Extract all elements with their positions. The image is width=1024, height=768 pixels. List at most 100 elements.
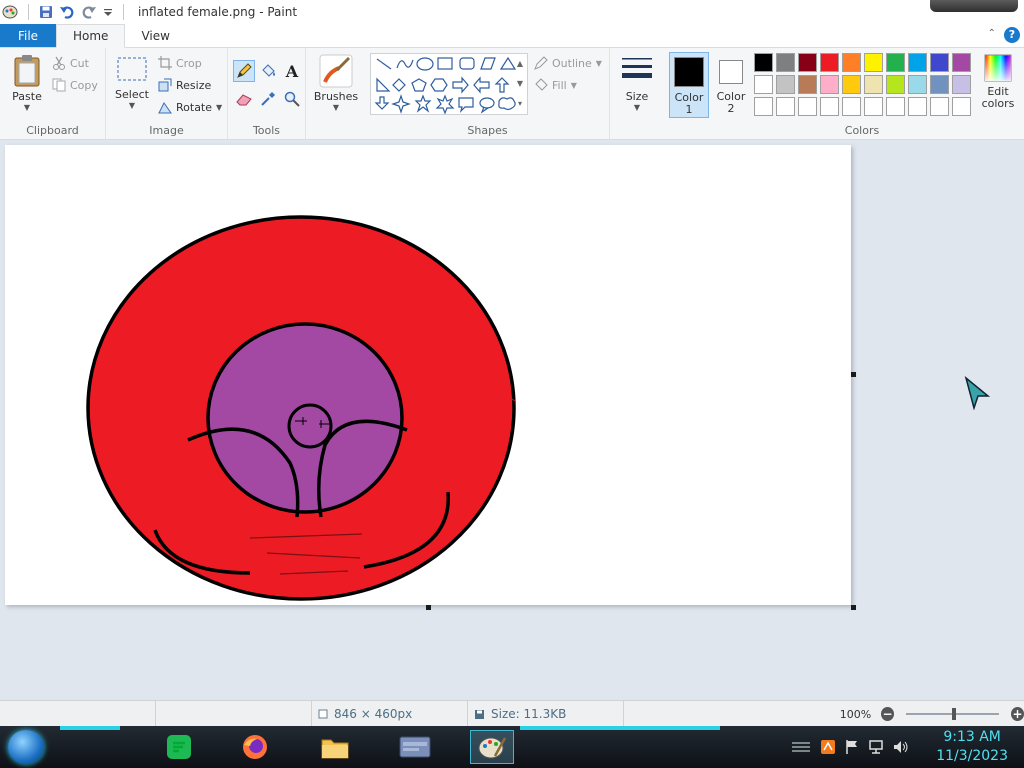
volume-icon[interactable] xyxy=(892,739,910,755)
zoom-slider-thumb[interactable] xyxy=(952,708,957,720)
rotate-button[interactable]: Rotate ▼ xyxy=(158,100,222,114)
resize-button[interactable]: Resize xyxy=(158,78,211,92)
tab-file[interactable]: File xyxy=(0,24,56,47)
fill-dropdown-icon[interactable]: ▼ xyxy=(571,81,577,90)
zoom-in-icon[interactable]: + xyxy=(1010,707,1024,721)
drawing-canvas[interactable] xyxy=(5,145,851,605)
palette-swatch[interactable] xyxy=(952,53,971,72)
zoom-slider[interactable] xyxy=(906,707,999,721)
outline-brush-icon xyxy=(534,56,548,70)
paste-dropdown-icon[interactable]: ▼ xyxy=(24,103,30,112)
edit-colors-button[interactable]: Edit colors xyxy=(976,54,1020,110)
taskbar-file-explorer[interactable] xyxy=(316,730,354,764)
tray-app-icon[interactable] xyxy=(820,739,836,755)
shapes-expand-icon[interactable]: ▾ xyxy=(514,94,526,114)
undo-icon[interactable] xyxy=(59,5,75,19)
palette-swatch[interactable] xyxy=(776,53,795,72)
palette-swatch-empty[interactable] xyxy=(908,97,927,116)
outline-button[interactable]: Outline ▼ xyxy=(534,56,602,70)
save-icon[interactable] xyxy=(39,5,53,19)
palette-swatch-empty[interactable] xyxy=(754,97,773,116)
select-button[interactable]: Select ▼ xyxy=(114,56,150,110)
palette-swatch[interactable] xyxy=(908,53,927,72)
minimize-ribbon-icon[interactable]: ⌃ xyxy=(988,28,996,39)
palette-swatch[interactable] xyxy=(952,75,971,94)
taskbar-app-window[interactable] xyxy=(394,730,436,764)
palette-swatch-empty[interactable] xyxy=(952,97,971,116)
shapes-scroll-up-icon[interactable]: ▲ xyxy=(514,54,526,74)
brushes-dropdown-icon[interactable]: ▼ xyxy=(333,103,339,112)
tab-home[interactable]: Home xyxy=(56,24,126,48)
resize-handle-right[interactable] xyxy=(851,372,856,377)
palette-swatch[interactable] xyxy=(864,75,883,94)
palette-swatch[interactable] xyxy=(842,75,861,94)
palette-swatch-empty[interactable] xyxy=(930,97,949,116)
palette-swatch-empty[interactable] xyxy=(886,97,905,116)
palette-swatch-empty[interactable] xyxy=(842,97,861,116)
palette-swatch[interactable] xyxy=(754,53,773,72)
network-icon[interactable] xyxy=(868,739,884,755)
copy-button[interactable]: Copy xyxy=(52,78,98,92)
help-icon[interactable]: ? xyxy=(1004,27,1020,43)
tab-view[interactable]: View xyxy=(125,24,185,47)
palette-swatch[interactable] xyxy=(798,53,817,72)
palette-swatch[interactable] xyxy=(776,75,795,94)
text-tool[interactable]: A xyxy=(281,60,303,82)
magnifier-tool[interactable] xyxy=(281,88,303,110)
palette-swatch-empty[interactable] xyxy=(776,97,795,116)
taskbar-app-green[interactable] xyxy=(160,730,198,764)
palette-swatch[interactable] xyxy=(754,75,773,94)
shapes-gallery[interactable] xyxy=(370,53,528,115)
outline-dropdown-icon[interactable]: ▼ xyxy=(596,59,602,68)
cut-button[interactable]: Cut xyxy=(52,56,89,70)
clock-time: 9:13 AM xyxy=(943,729,1001,745)
palette-swatch[interactable] xyxy=(930,53,949,72)
color-palette xyxy=(752,48,974,120)
size-button[interactable]: Size ▼ xyxy=(617,54,657,112)
resize-handle-corner[interactable] xyxy=(851,605,856,610)
canvas-workspace[interactable] xyxy=(0,140,1024,700)
clock-date: 11/3/2023 xyxy=(936,748,1008,764)
zoom-out-icon[interactable]: − xyxy=(881,707,895,721)
size-dropdown-icon[interactable]: ▼ xyxy=(634,103,640,112)
paste-button[interactable]: Paste ▼ xyxy=(8,54,46,112)
color1-button[interactable]: Color 1 xyxy=(669,52,709,118)
palette-swatch[interactable] xyxy=(798,75,817,94)
paint-app-icon[interactable] xyxy=(2,5,18,19)
fill-button[interactable]: Fill ▼ xyxy=(534,78,577,92)
crop-button[interactable]: Crop xyxy=(158,56,202,70)
palette-swatch-empty[interactable] xyxy=(864,97,883,116)
palette-swatch[interactable] xyxy=(842,53,861,72)
palette-swatch[interactable] xyxy=(864,53,883,72)
start-button[interactable] xyxy=(8,730,44,764)
taskbar-clock[interactable]: 9:13 AM 11/3/2023 xyxy=(936,728,1008,766)
taskbar-firefox[interactable] xyxy=(236,730,274,764)
palette-swatch[interactable] xyxy=(820,75,839,94)
select-dropdown-icon[interactable]: ▼ xyxy=(129,101,135,110)
shapes-scroll-down-icon[interactable]: ▼ xyxy=(514,74,526,94)
palette-swatch[interactable] xyxy=(886,53,905,72)
palette-swatch-empty[interactable] xyxy=(798,97,817,116)
brushes-button[interactable]: Brushes ▼ xyxy=(314,54,358,112)
customize-quick-access-icon[interactable] xyxy=(103,5,113,19)
shapes-scroll[interactable]: ▲ ▼ ▾ xyxy=(514,54,526,114)
color2-button[interactable]: Color 2 xyxy=(711,52,751,118)
rotate-dropdown-icon[interactable]: ▼ xyxy=(216,103,222,112)
palette-swatch[interactable] xyxy=(908,75,927,94)
resize-handle-bottom[interactable] xyxy=(426,605,431,610)
taskbar-paint[interactable] xyxy=(470,730,514,764)
palette-swatch[interactable] xyxy=(930,75,949,94)
window-controls[interactable] xyxy=(930,0,1018,12)
show-hidden-icons-icon[interactable] xyxy=(790,739,812,755)
eraser-tool[interactable] xyxy=(233,88,255,110)
redo-icon[interactable] xyxy=(81,5,97,19)
titlebar-separator xyxy=(28,4,29,20)
palette-swatch[interactable] xyxy=(886,75,905,94)
size-label: Size xyxy=(625,90,649,103)
action-center-flag-icon[interactable] xyxy=(844,739,860,755)
fill-tool[interactable] xyxy=(257,60,279,82)
color-picker-tool[interactable] xyxy=(257,88,279,110)
pencil-tool[interactable] xyxy=(233,60,255,82)
palette-swatch[interactable] xyxy=(820,53,839,72)
palette-swatch-empty[interactable] xyxy=(820,97,839,116)
